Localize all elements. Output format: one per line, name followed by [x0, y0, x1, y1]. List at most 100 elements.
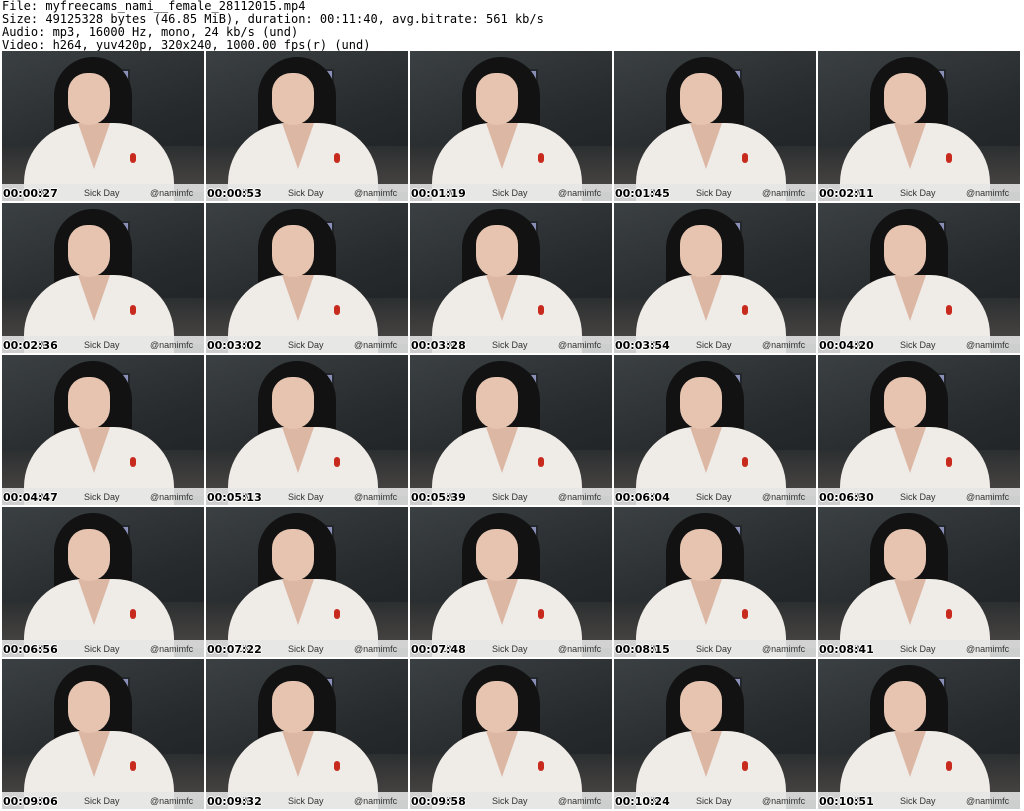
person-face: [884, 529, 926, 581]
robe-neckline: [78, 123, 110, 169]
robe-badge-icon: [742, 305, 748, 315]
video-thumbnail[interactable]: UM Sick Day @namimfc 00:04:47: [2, 355, 204, 505]
overlay-handle-text: @namimfc: [558, 796, 602, 806]
robe-badge-icon: [334, 153, 340, 163]
overlay-title-text: Sick Day: [696, 644, 732, 654]
overlay-handle-text: @namimfc: [762, 644, 806, 654]
robe-badge-icon: [334, 609, 340, 619]
timestamp-label: 00:03:28: [411, 339, 466, 352]
video-thumbnail[interactable]: UM Sick Day @namimfc 00:02:36: [2, 203, 204, 353]
overlay-handle-text: @namimfc: [354, 796, 398, 806]
video-thumbnail[interactable]: UM Sick Day @namimfc 00:07:22: [206, 507, 408, 657]
overlay-handle-text: @namimfc: [966, 492, 1010, 502]
person-face: [884, 73, 926, 125]
timestamp-label: 00:07:48: [411, 643, 466, 656]
video-thumbnail[interactable]: UM Sick Day @namimfc 00:08:15: [614, 507, 816, 657]
overlay-title-text: Sick Day: [84, 644, 120, 654]
video-thumbnail[interactable]: UM Sick Day @namimfc 00:08:41: [818, 507, 1020, 657]
overlay-title-text: Sick Day: [492, 644, 528, 654]
robe-badge-icon: [946, 305, 952, 315]
robe-neckline: [78, 579, 110, 625]
timestamp-label: 00:10:51: [819, 795, 874, 808]
overlay-handle-text: @namimfc: [558, 644, 602, 654]
person-face: [272, 377, 314, 429]
video-thumbnail[interactable]: UM Sick Day @namimfc 00:02:11: [818, 51, 1020, 201]
video-thumbnail[interactable]: UM Sick Day @namimfc 00:04:20: [818, 203, 1020, 353]
person-face: [272, 681, 314, 733]
video-thumbnail[interactable]: UM Sick Day @namimfc 00:05:39: [410, 355, 612, 505]
person-face: [476, 225, 518, 277]
person-face: [680, 377, 722, 429]
thumbnail-grid: UM Sick Day @namimfc 00:00:27 UM Sick Day @nam…: [2, 51, 1020, 809]
robe-neckline: [78, 731, 110, 777]
robe-badge-icon: [334, 457, 340, 467]
video-thumbnail[interactable]: UM Sick Day @namimfc 00:00:53: [206, 51, 408, 201]
overlay-title-text: Sick Day: [900, 492, 936, 502]
overlay-title-text: Sick Day: [288, 492, 324, 502]
robe-badge-icon: [742, 609, 748, 619]
video-thumbnail[interactable]: UM Sick Day @namimfc 00:03:54: [614, 203, 816, 353]
timestamp-label: 00:00:27: [3, 187, 58, 200]
person-face: [68, 529, 110, 581]
robe-badge-icon: [946, 609, 952, 619]
overlay-handle-text: @namimfc: [354, 340, 398, 350]
timestamp-label: 00:05:13: [207, 491, 262, 504]
overlay-title-text: Sick Day: [900, 188, 936, 198]
overlay-title-text: Sick Day: [696, 796, 732, 806]
overlay-title-text: Sick Day: [492, 340, 528, 350]
video-thumbnail[interactable]: UM Sick Day @namimfc 00:05:13: [206, 355, 408, 505]
video-thumbnail[interactable]: UM Sick Day @namimfc 00:10:24: [614, 659, 816, 809]
video-thumbnail[interactable]: UM Sick Day @namimfc 00:09:06: [2, 659, 204, 809]
video-thumbnail[interactable]: UM Sick Day @namimfc 00:03:28: [410, 203, 612, 353]
video-thumbnail[interactable]: UM Sick Day @namimfc 00:09:58: [410, 659, 612, 809]
video-thumbnail[interactable]: UM Sick Day @namimfc 00:06:56: [2, 507, 204, 657]
person-face: [272, 225, 314, 277]
person-face: [68, 225, 110, 277]
robe-badge-icon: [130, 305, 136, 315]
overlay-title-text: Sick Day: [84, 188, 120, 198]
video-thumbnail[interactable]: UM Sick Day @namimfc 00:00:27: [2, 51, 204, 201]
robe-neckline: [894, 275, 926, 321]
overlay-title-text: Sick Day: [696, 188, 732, 198]
robe-badge-icon: [538, 761, 544, 771]
video-thumbnail[interactable]: UM Sick Day @namimfc 00:10:51: [818, 659, 1020, 809]
robe-badge-icon: [742, 457, 748, 467]
overlay-handle-text: @namimfc: [558, 492, 602, 502]
overlay-handle-text: @namimfc: [150, 188, 194, 198]
robe-neckline: [486, 275, 518, 321]
video-thumbnail[interactable]: UM Sick Day @namimfc 00:07:48: [410, 507, 612, 657]
overlay-title-text: Sick Day: [84, 340, 120, 350]
person-face: [680, 529, 722, 581]
overlay-handle-text: @namimfc: [762, 492, 806, 502]
video-thumbnail[interactable]: UM Sick Day @namimfc 00:01:19: [410, 51, 612, 201]
timestamp-label: 00:00:53: [207, 187, 262, 200]
robe-neckline: [282, 427, 314, 473]
overlay-handle-text: @namimfc: [966, 188, 1010, 198]
timestamp-label: 00:09:58: [411, 795, 466, 808]
video-thumbnail[interactable]: UM Sick Day @namimfc 00:06:04: [614, 355, 816, 505]
timestamp-label: 00:09:06: [3, 795, 58, 808]
robe-badge-icon: [334, 761, 340, 771]
overlay-title-text: Sick Day: [696, 340, 732, 350]
timestamp-label: 00:06:30: [819, 491, 874, 504]
robe-badge-icon: [334, 305, 340, 315]
robe-badge-icon: [946, 457, 952, 467]
robe-neckline: [78, 427, 110, 473]
timestamp-label: 00:07:22: [207, 643, 262, 656]
robe-neckline: [894, 731, 926, 777]
robe-neckline: [282, 275, 314, 321]
person-face: [68, 377, 110, 429]
video-thumbnail[interactable]: UM Sick Day @namimfc 00:09:32: [206, 659, 408, 809]
person-face: [884, 681, 926, 733]
video-thumbnail[interactable]: UM Sick Day @namimfc 00:01:45: [614, 51, 816, 201]
robe-neckline: [690, 579, 722, 625]
robe-neckline: [690, 731, 722, 777]
timestamp-label: 00:03:02: [207, 339, 262, 352]
video-thumbnail[interactable]: UM Sick Day @namimfc 00:06:30: [818, 355, 1020, 505]
overlay-handle-text: @namimfc: [354, 492, 398, 502]
robe-badge-icon: [946, 153, 952, 163]
video-thumbnail[interactable]: UM Sick Day @namimfc 00:03:02: [206, 203, 408, 353]
overlay-title-text: Sick Day: [900, 796, 936, 806]
robe-neckline: [282, 579, 314, 625]
robe-neckline: [486, 579, 518, 625]
